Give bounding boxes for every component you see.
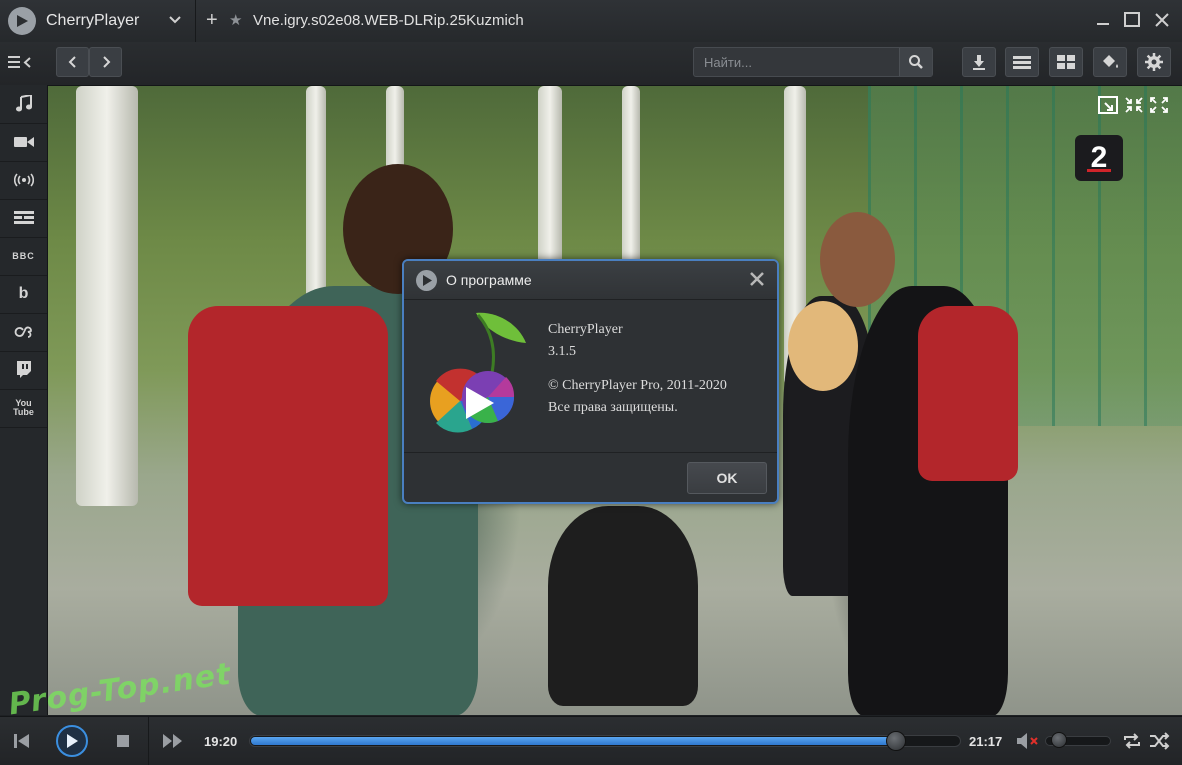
volume-slider[interactable] [1045,732,1111,748]
sidebar-item-music[interactable] [0,85,47,124]
total-time: 21:17 [969,734,1003,749]
search-icon [909,55,923,69]
sidebar: BBC b You Tube [0,85,48,715]
settings-button[interactable] [1137,47,1171,77]
camera-icon [13,137,34,147]
seek-bar-fill [251,737,897,745]
tv-guide-icon [13,211,34,224]
add-tab-plus-icon[interactable]: + [206,9,218,31]
channel-logo-bar [1087,169,1111,172]
sidebar-item-video[interactable] [0,123,47,162]
previous-icon[interactable] [12,731,32,756]
sidebar-toggle-menu-icon[interactable] [8,55,38,74]
minimize-icon[interactable] [1093,10,1115,30]
fullscreen-icon[interactable] [1148,95,1172,117]
current-time: 19:20 [204,734,238,749]
divider [148,717,149,765]
search-button[interactable] [899,48,932,76]
chevron-left-icon [68,56,76,68]
download-button[interactable] [962,47,996,77]
grid-view-button[interactable] [1049,47,1083,77]
list-view-icon [1013,56,1031,69]
chevron-right-icon [102,56,110,68]
lastfm-icon [14,326,32,338]
ok-button[interactable]: OK [687,462,767,494]
search-input[interactable] [694,48,908,76]
app-name[interactable]: CherryPlayer [46,12,139,30]
cherry-logo-icon [426,311,536,446]
sidebar-item-bandcamp[interactable]: b [0,275,47,314]
red-backpack [918,306,1018,481]
sidebar-item-lastfm[interactable] [0,313,47,352]
play-button[interactable] [56,725,88,757]
dialog-title: О программе [446,272,532,288]
shrink-icon[interactable] [1123,95,1147,117]
skin-button[interactable] [1093,47,1127,77]
about-info: CherryPlayer 3.1.5 © CherryPlayer Pro, 2… [548,319,727,419]
pip-icon[interactable] [1097,95,1121,117]
copyright-text: © CherryPlayer Pro, 2011-2020 [548,378,727,393]
twitch-icon [16,361,31,378]
red-backpack [188,306,388,606]
toolbar [0,42,1182,86]
playback-bar: 19:20 21:17 [0,716,1182,765]
gear-icon [1145,53,1163,71]
seek-handle[interactable] [886,731,906,751]
channel-logo: 2 [1075,135,1123,181]
play-icon [67,734,78,748]
product-name: CherryPlayer [548,322,623,337]
download-icon [973,55,985,70]
file-title: Vne.igry.s02e08.WEB-DLRip.25Kuzmich [253,12,524,29]
next-icon[interactable] [162,733,184,754]
seek-bar[interactable] [249,731,961,751]
shuffle-icon[interactable] [1149,732,1171,755]
app-menu-chevron-down-icon[interactable] [168,12,188,30]
sidebar-item-bbc[interactable]: BBC [0,237,47,276]
product-version: 3.1.5 [548,344,576,359]
favorite-star-icon[interactable]: ★ [229,11,242,29]
forward-button[interactable] [89,47,122,77]
about-dialog: О программе CherryPlayer 3.1.5 © CherryP… [402,259,779,504]
youtube-label: You Tube [13,398,34,417]
paint-bucket-icon [1103,55,1118,68]
cherryplayer-logo-icon[interactable] [8,7,36,35]
mute-speaker-icon[interactable] [1016,732,1042,755]
dialog-title-bar: О программе [404,261,777,300]
sidebar-item-twitch[interactable] [0,351,47,390]
sidebar-item-youtube[interactable]: You Tube [0,389,47,428]
back-button[interactable] [56,47,89,77]
person-girl-head [788,301,858,391]
search-box [693,47,933,77]
grid-view-icon [1057,55,1075,69]
birch-tree [76,86,138,506]
stop-icon[interactable] [116,734,130,753]
maximize-icon[interactable] [1122,10,1144,30]
broadcast-icon [13,173,34,187]
dialog-close-icon[interactable] [749,271,767,289]
person-middle [548,506,698,706]
playlist-view-button[interactable] [1005,47,1039,77]
title-bar: CherryPlayer + ★ Vne.igry.s02e08.WEB-DLR… [0,0,1182,43]
repeat-icon[interactable] [1122,732,1142,755]
cherryplayer-logo-icon [416,270,437,291]
person-right-head [820,212,895,307]
divider [195,0,196,42]
sidebar-item-tv[interactable] [0,199,47,238]
volume-handle[interactable] [1051,732,1067,748]
sidebar-item-radio[interactable] [0,161,47,200]
music-note-icon [15,95,32,112]
divider [404,452,777,453]
rights-text: Все права защищены. [548,400,678,415]
close-icon[interactable] [1152,10,1174,30]
